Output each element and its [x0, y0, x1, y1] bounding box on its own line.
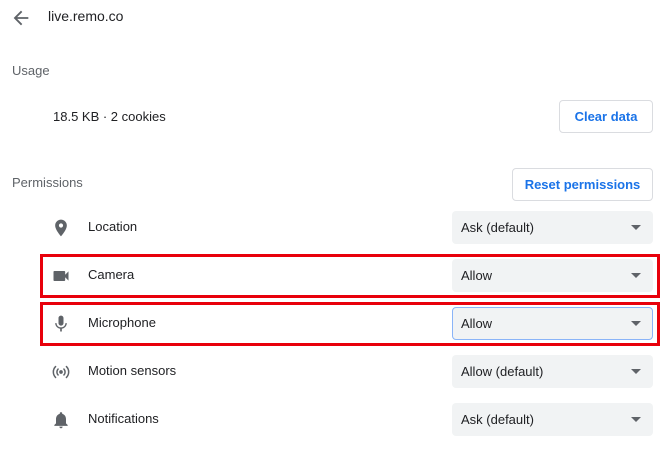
clear-data-button[interactable]: Clear data	[559, 100, 653, 133]
permission-label: Microphone	[88, 315, 156, 330]
microphone-select[interactable]: Allow	[452, 307, 653, 340]
permission-row-microphone: Microphone Allow	[40, 302, 660, 346]
permission-row-location: Location Ask (default)	[40, 206, 660, 250]
location-select[interactable]: Ask (default)	[452, 211, 653, 244]
permission-label: Camera	[88, 267, 135, 282]
select-value: Allow (default)	[461, 364, 544, 379]
site-title: live.remo.co	[48, 8, 124, 24]
microphone-icon	[55, 315, 67, 332]
select-value: Allow	[461, 316, 493, 331]
camera-select[interactable]: Allow	[452, 259, 653, 292]
select-value: Ask (default)	[461, 220, 534, 235]
select-value: Allow	[461, 268, 493, 283]
location-pin-icon	[55, 219, 67, 237]
chevron-down-icon	[631, 417, 641, 422]
select-value: Ask (default)	[461, 412, 534, 427]
permission-row-motion-sensors: Motion sensors Allow (default)	[40, 350, 660, 394]
bell-icon	[54, 412, 68, 429]
motion-sensors-icon	[52, 365, 70, 379]
notifications-select[interactable]: Ask (default)	[452, 403, 653, 436]
chevron-down-icon	[631, 369, 641, 374]
permission-label: Notifications	[88, 411, 159, 426]
permission-label: Motion sensors	[88, 363, 177, 378]
usage-section-label: Usage	[12, 63, 50, 78]
page-header: live.remo.co	[0, 0, 671, 36]
permissions-section-label: Permissions	[12, 175, 83, 190]
permission-row-notifications: Notifications Ask (default)	[40, 398, 660, 442]
chevron-down-icon	[631, 321, 641, 326]
chevron-down-icon	[631, 273, 641, 278]
camera-icon	[53, 271, 69, 281]
permission-row-camera: Camera Allow	[40, 254, 660, 298]
arrow-back-icon[interactable]	[10, 7, 32, 29]
reset-permissions-button[interactable]: Reset permissions	[512, 168, 653, 201]
usage-summary: 18.5 KB · 2 cookies	[53, 109, 166, 124]
permission-label: Location	[88, 219, 138, 234]
motion-sensors-select[interactable]: Allow (default)	[452, 355, 653, 388]
site-settings-page: live.remo.co Usage 18.5 KB · 2 cookies C…	[0, 0, 671, 449]
chevron-down-icon	[631, 225, 641, 230]
